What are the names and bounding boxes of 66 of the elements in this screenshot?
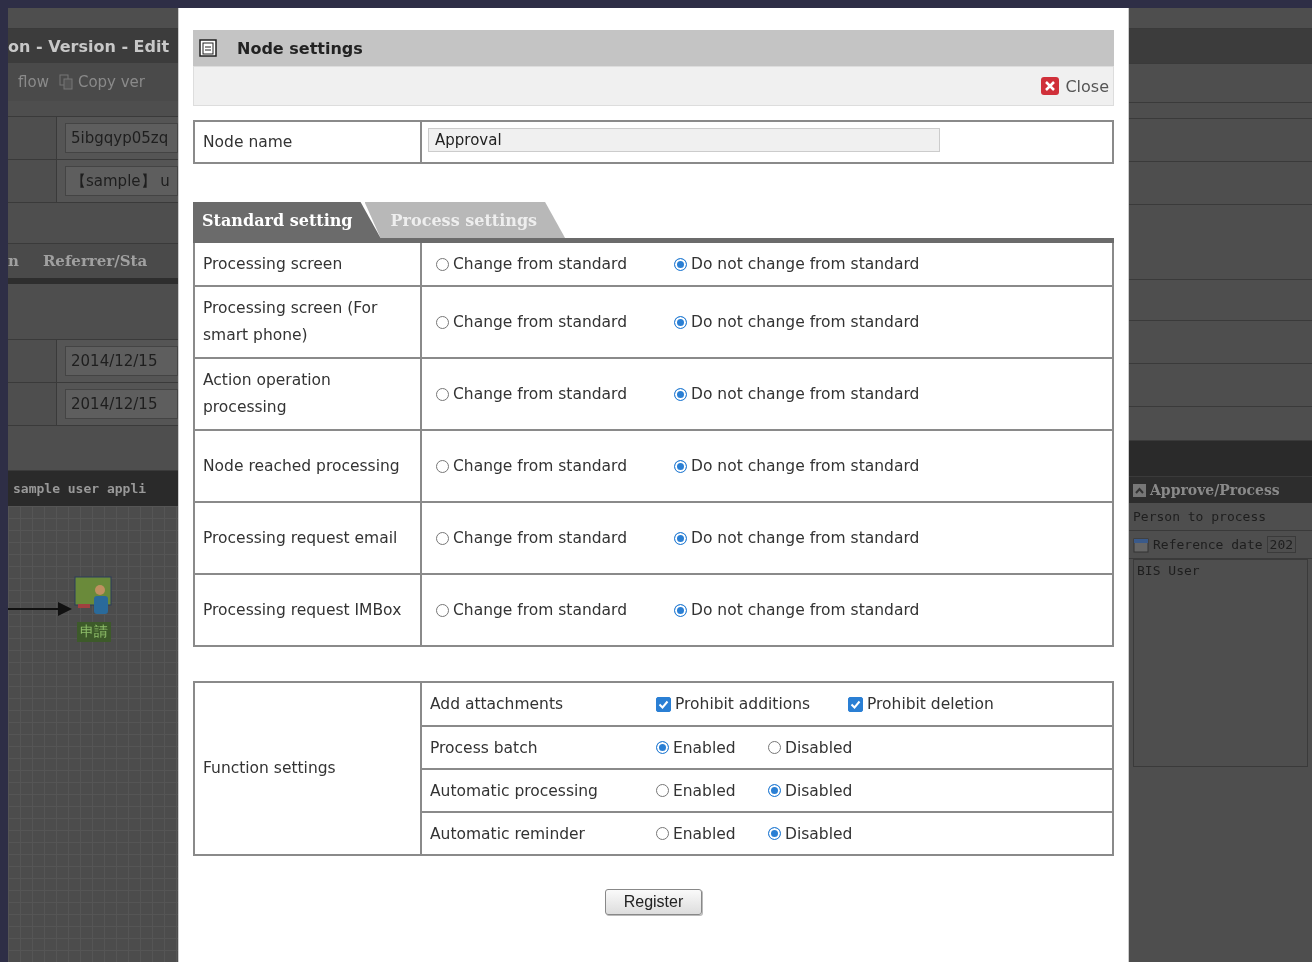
radio-icon[interactable] [674, 531, 687, 545]
checkbox-option[interactable]: Prohibit additions [656, 695, 848, 713]
radio-option[interactable]: Change from standard [436, 601, 674, 619]
flow-title: sample user appli [8, 471, 178, 506]
panel-title: Approve/Process [1150, 482, 1280, 498]
radio-icon[interactable] [656, 784, 669, 797]
radio-option[interactable]: Do not change from standard [674, 457, 974, 475]
radio-icon[interactable] [674, 459, 687, 473]
tab[interactable]: Standard setting [193, 202, 381, 238]
node-name-field[interactable]: Approval [428, 128, 940, 152]
clipboard-icon [199, 39, 217, 57]
checkbox-icon[interactable] [848, 696, 863, 712]
radio-icon[interactable] [436, 257, 449, 271]
section-label: Function settings [195, 683, 422, 854]
radio-icon[interactable] [674, 603, 687, 617]
radio-option[interactable]: Enabled [656, 738, 768, 757]
page-title: on - Version - Edit [8, 29, 178, 63]
close-button[interactable]: Close [1041, 76, 1109, 96]
radio-option[interactable]: Enabled [656, 824, 768, 843]
radio-option[interactable]: Change from standard [436, 385, 674, 403]
checkbox-icon[interactable] [656, 696, 671, 712]
radio-icon[interactable] [436, 387, 449, 401]
radio-option[interactable]: Change from standard [436, 313, 674, 331]
radio-option[interactable]: Disabled [768, 738, 968, 757]
radio-option[interactable]: Do not change from standard [674, 255, 974, 273]
setting-label: Processing screen (For smart phone) [195, 287, 422, 357]
radio-option[interactable]: Do not change from standard [674, 385, 974, 403]
radio-icon[interactable] [674, 387, 687, 401]
radio-option[interactable]: Change from standard [436, 529, 674, 547]
radio-icon[interactable] [436, 315, 449, 329]
collapse-icon[interactable] [1133, 483, 1146, 497]
node-label: 申請 [77, 622, 111, 642]
radio-icon[interactable] [656, 827, 669, 840]
radio-option[interactable]: Do not change from standard [674, 601, 974, 619]
radio-option[interactable]: Disabled [768, 824, 968, 843]
setting-label: Processing screen [195, 243, 422, 285]
setting-label: Action operation processing [195, 359, 422, 429]
setting-label: Processing request email [195, 503, 422, 573]
radio-option[interactable]: Change from standard [436, 457, 674, 475]
setting-label: Add attachments [429, 694, 565, 715]
register-button[interactable]: Register [604, 889, 703, 915]
dialog-title: Node settings [237, 38, 363, 58]
radio-icon[interactable] [674, 315, 687, 329]
radio-option[interactable]: Change from standard [436, 255, 674, 273]
radio-icon[interactable] [768, 741, 781, 754]
radio-icon[interactable] [436, 459, 449, 473]
radio-option[interactable]: Enabled [656, 781, 768, 800]
radio-icon[interactable] [436, 603, 449, 617]
person-node-icon[interactable] [74, 576, 114, 616]
radio-option[interactable]: Do not change from standard [674, 313, 974, 331]
field-label: Node name [195, 122, 422, 162]
radio-icon[interactable] [656, 741, 669, 754]
radio-icon[interactable] [768, 827, 781, 840]
radio-icon[interactable] [768, 784, 781, 797]
radio-icon[interactable] [436, 531, 449, 545]
radio-icon[interactable] [674, 257, 687, 271]
close-icon [1041, 77, 1060, 95]
setting-label: Process batch [429, 737, 539, 759]
setting-label: Automatic reminder [429, 823, 586, 845]
checkbox-option[interactable]: Prohibit deletion [848, 695, 1048, 713]
setting-label: Processing request IMBox [195, 575, 422, 645]
setting-label: Node reached processing [195, 431, 422, 501]
setting-label: Automatic processing [429, 780, 599, 802]
radio-option[interactable]: Disabled [768, 781, 968, 800]
copy-icon [58, 74, 73, 90]
radio-option[interactable]: Do not change from standard [674, 529, 974, 547]
